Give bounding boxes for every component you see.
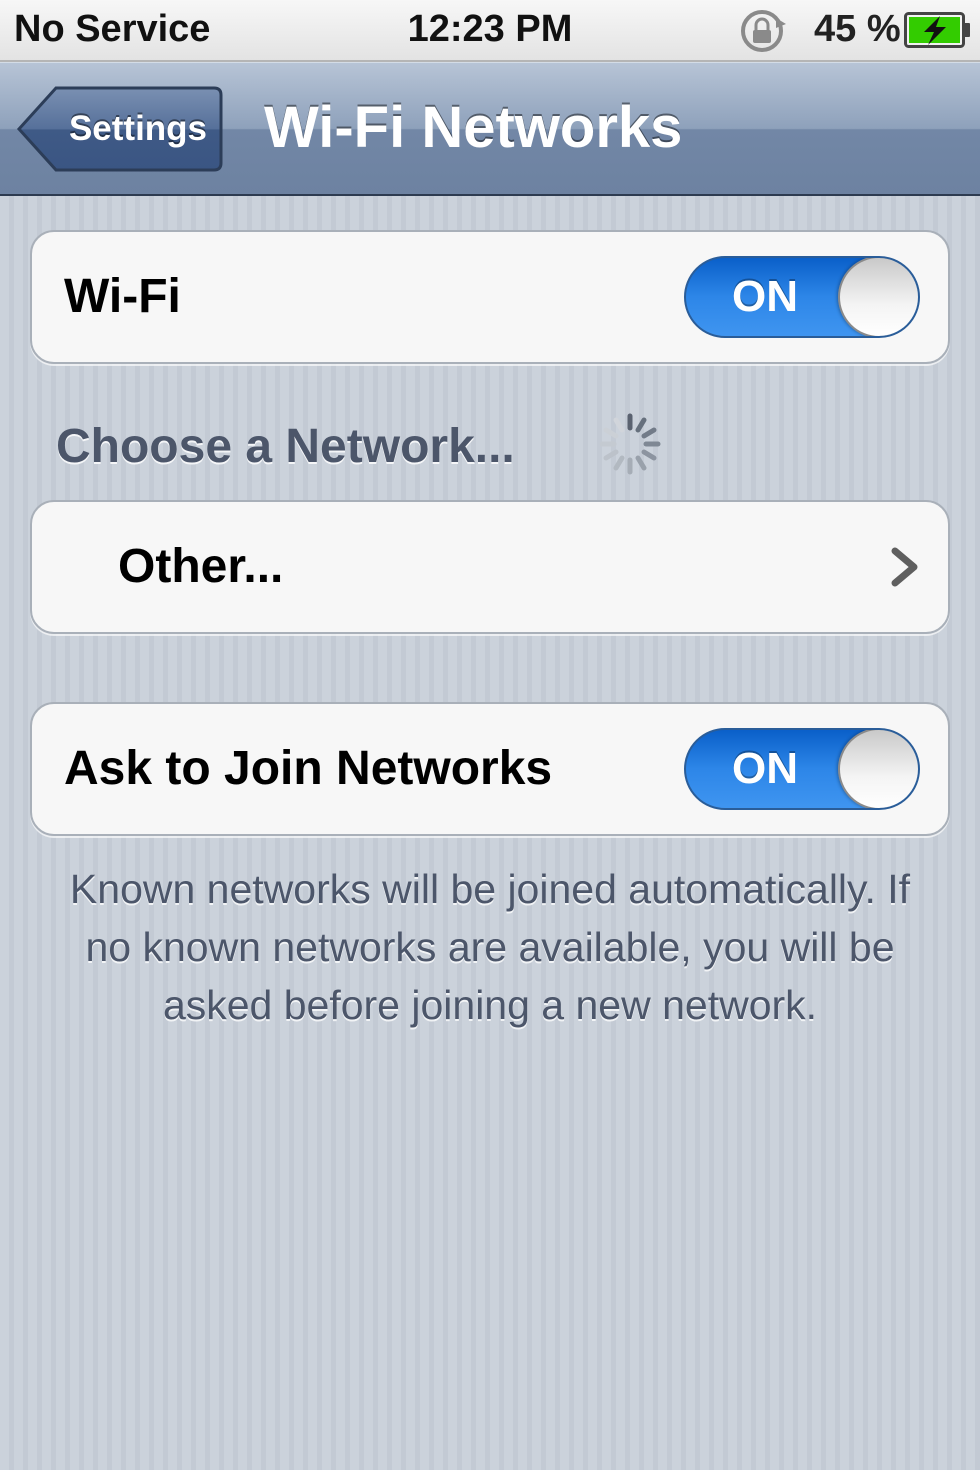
ask-to-join-cell: Ask to Join Networks ON bbox=[30, 702, 950, 836]
battery-charging-icon bbox=[904, 12, 970, 48]
wifi-toggle[interactable]: ON bbox=[684, 256, 920, 338]
page-title: Wi-Fi Networks bbox=[264, 95, 683, 160]
ask-to-join-toggle[interactable]: ON bbox=[684, 728, 920, 810]
navigation-bar: Settings Wi-Fi Networks bbox=[0, 62, 980, 196]
back-button-label: Settings bbox=[68, 109, 208, 148]
wifi-label: Wi-Fi bbox=[64, 270, 181, 323]
wifi-toggle-state: ON bbox=[732, 272, 798, 321]
ask-to-join-description: Known networks will be joined automatica… bbox=[69, 866, 911, 1028]
settings-back-button[interactable]: Settings bbox=[16, 85, 224, 173]
toggle-knob bbox=[838, 258, 918, 336]
other-network-cell[interactable]: Other... bbox=[30, 500, 950, 634]
ask-to-join-toggle-state: ON bbox=[732, 744, 798, 793]
battery-percent: 45 % bbox=[814, 8, 901, 50]
toggle-knob bbox=[838, 730, 918, 808]
activity-spinner-icon bbox=[599, 413, 661, 475]
chevron-right-icon bbox=[891, 547, 918, 587]
wifi-cell: Wi-Fi ON bbox=[30, 230, 950, 364]
other-network-label: Other... bbox=[118, 540, 284, 593]
ask-to-join-label: Ask to Join Networks bbox=[64, 742, 553, 795]
status-bar: No Service 12:23 PM 45 % bbox=[0, 0, 980, 62]
choose-network-header: Choose a Network... bbox=[56, 420, 515, 473]
rotation-lock-icon bbox=[741, 10, 786, 52]
